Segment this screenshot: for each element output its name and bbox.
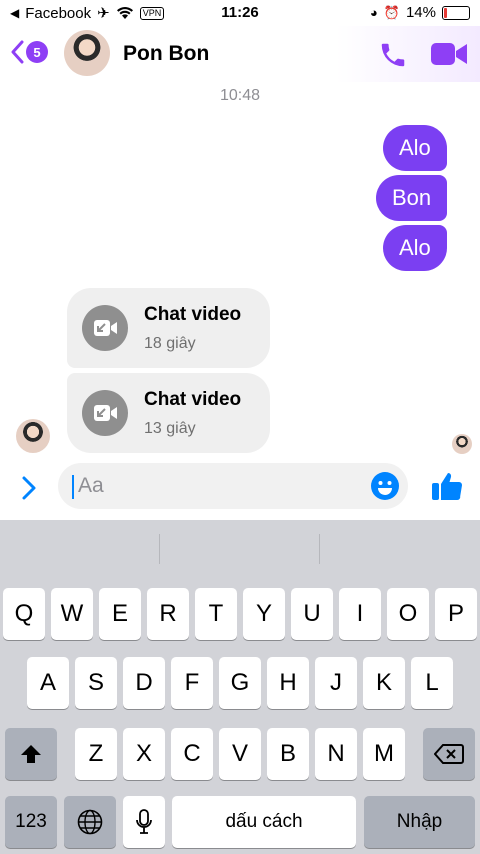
back-button[interactable]: 5 <box>10 40 48 64</box>
call-title: Chat video <box>144 304 242 325</box>
microphone-icon <box>136 809 152 834</box>
video-call-log[interactable]: Chat video 18 giây <box>67 288 270 368</box>
outgoing-message[interactable]: Alo <box>383 225 447 271</box>
conversation-header: 5 Pon Bon <box>0 26 480 82</box>
key-k[interactable]: K <box>363 657 405 709</box>
key-h[interactable]: H <box>267 657 309 709</box>
outgoing-message[interactable]: Bon <box>376 175 448 221</box>
emoji-icon[interactable] <box>370 471 400 501</box>
suggestion-divider <box>319 534 320 564</box>
return-key[interactable]: Nhập <box>364 796 475 848</box>
dictation-key[interactable] <box>123 796 165 848</box>
key-d[interactable]: D <box>123 657 165 709</box>
seen-receipt-avatar <box>452 434 472 454</box>
input-placeholder: Aa <box>78 474 104 497</box>
key-e[interactable]: E <box>99 588 141 640</box>
key-b[interactable]: B <box>267 728 309 780</box>
key-a[interactable]: A <box>27 657 69 709</box>
globe-key[interactable] <box>64 796 116 848</box>
backspace-key[interactable] <box>423 728 475 780</box>
key-t[interactable]: T <box>195 588 237 640</box>
thumbs-up-icon[interactable] <box>431 470 463 502</box>
key-q[interactable]: Q <box>3 588 45 640</box>
alarm-icon: ⏰ <box>383 4 400 20</box>
text-cursor <box>72 475 74 499</box>
message-input[interactable]: Aa <box>58 463 408 509</box>
chevron-left-icon <box>11 40 24 64</box>
chevron-right-icon[interactable] <box>20 475 38 501</box>
missed-video-icon <box>82 305 128 351</box>
key-z[interactable]: Z <box>75 728 117 780</box>
message-timestamp: 10:48 <box>219 87 261 104</box>
numbers-key[interactable]: 123 <box>5 796 57 848</box>
key-c[interactable]: C <box>171 728 213 780</box>
video-call-log[interactable]: Chat video 13 giây <box>67 373 270 453</box>
call-title: Chat video <box>144 389 242 410</box>
contact-avatar[interactable] <box>64 30 110 76</box>
battery-percent: 14% <box>405 4 436 21</box>
message-composer: Aa <box>0 460 480 518</box>
orientation-lock-icon: ◕ <box>369 5 378 20</box>
shift-key[interactable] <box>5 728 57 780</box>
suggestion-divider <box>159 534 160 564</box>
call-duration: 13 giây <box>144 420 196 437</box>
call-duration: 18 giây <box>144 335 196 352</box>
key-l[interactable]: L <box>411 657 453 709</box>
key-w[interactable]: W <box>51 588 93 640</box>
outgoing-message[interactable]: Alo <box>383 125 447 171</box>
key-i[interactable]: I <box>339 588 381 640</box>
key-m[interactable]: M <box>363 728 405 780</box>
key-y[interactable]: Y <box>243 588 285 640</box>
sender-avatar[interactable] <box>16 419 50 453</box>
status-bar: ◀ Facebook ✈ VPN 11:26 ◕ ⏰ 14% <box>0 0 480 26</box>
space-key[interactable]: dấu cách <box>172 796 356 848</box>
key-r[interactable]: R <box>147 588 189 640</box>
unread-count-badge: 5 <box>26 41 48 63</box>
key-u[interactable]: U <box>291 588 333 640</box>
key-x[interactable]: X <box>123 728 165 780</box>
missed-video-icon <box>82 390 128 436</box>
backspace-icon <box>434 744 464 764</box>
key-j[interactable]: J <box>315 657 357 709</box>
globe-icon <box>77 809 103 835</box>
shift-icon <box>21 745 41 763</box>
battery-icon <box>442 5 470 20</box>
key-f[interactable]: F <box>171 657 213 709</box>
contact-name[interactable]: Pon Bon <box>123 42 209 66</box>
key-v[interactable]: V <box>219 728 261 780</box>
key-o[interactable]: O <box>387 588 429 640</box>
phone-call-icon[interactable] <box>378 40 408 70</box>
key-n[interactable]: N <box>315 728 357 780</box>
video-call-icon[interactable] <box>431 41 467 67</box>
key-s[interactable]: S <box>75 657 117 709</box>
key-g[interactable]: G <box>219 657 261 709</box>
key-p[interactable]: P <box>435 588 477 640</box>
keyboard: QWERTYUIOP ASDFGHJKL ZXCVBNM 123 dấu các… <box>0 520 480 854</box>
